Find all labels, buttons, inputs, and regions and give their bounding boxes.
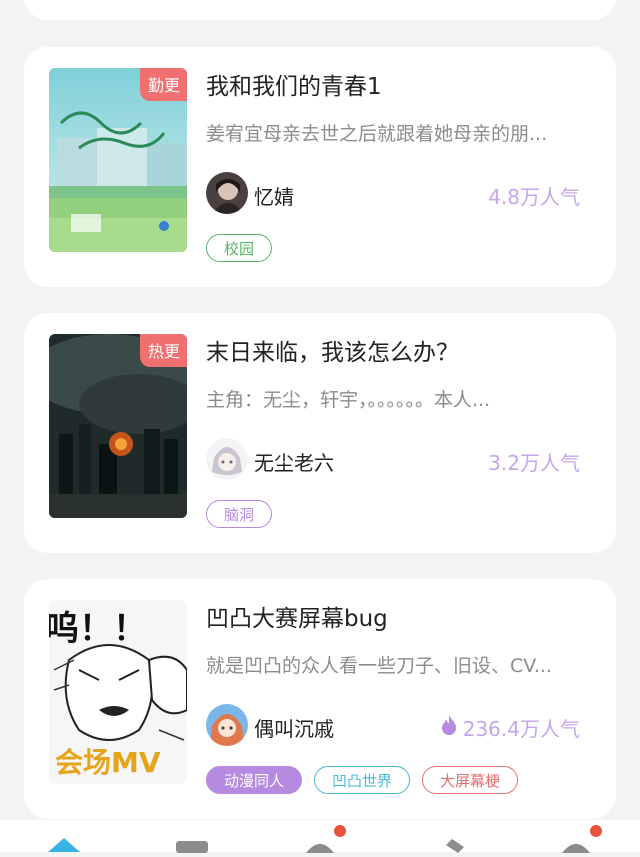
write-icon[interactable] <box>430 838 466 857</box>
popularity-value: 4.8万人气 <box>488 185 580 209</box>
book-title[interactable]: 我和我们的青春1 <box>206 67 382 101</box>
author-avatar[interactable] <box>206 704 248 746</box>
author-name[interactable]: 无尘老六 <box>254 447 334 476</box>
book-card[interactable]: 热更 末日来临，我该怎么办？ 主角：无尘，轩宇，。。。。。。本人... 无尘老六… <box>24 313 616 553</box>
book-title[interactable]: 末日来临，我该怎么办？ <box>206 333 459 367</box>
popularity: 3.2万人气 <box>488 447 580 476</box>
tag[interactable]: 校园 <box>206 234 273 262</box>
home-icon[interactable] <box>46 836 82 856</box>
previous-book-card[interactable] <box>24 0 616 20</box>
book-title[interactable]: 凹凸大赛屏幕bug <box>206 599 388 633</box>
tag-list: 脑洞 <box>206 500 273 528</box>
popularity-value: 3.2万人气 <box>488 451 580 475</box>
book-cover[interactable]: 呜！！ 会场MV <box>49 600 187 784</box>
author-avatar[interactable] <box>206 172 248 214</box>
tag-list: 动漫同人 凹凸世界 大屏幕梗 <box>206 766 519 794</box>
notification-dot <box>590 825 602 837</box>
notification-dot <box>334 825 346 837</box>
book-summary: 就是凹凸的众人看一些刀子、旧设、CV... <box>206 655 552 677</box>
author-name[interactable]: 偶叫沉戚 <box>254 713 334 742</box>
svg-text:呜！！: 呜！！ <box>49 609 147 649</box>
author-avatar[interactable] <box>206 438 248 480</box>
popularity: 236.4万人气 <box>441 713 580 742</box>
update-badge: 热更 <box>139 334 187 367</box>
update-badge: 勤更 <box>139 68 187 101</box>
book-cover[interactable]: 热更 <box>49 334 187 518</box>
author-name[interactable]: 忆婧 <box>254 181 294 210</box>
svg-text:会场MV: 会场MV <box>55 746 161 779</box>
popularity: 4.8万人气 <box>488 181 580 210</box>
book-summary: 主角：无尘，轩宇，。。。。。。本人... <box>206 389 491 411</box>
bottom-tab-bar <box>0 820 640 853</box>
flame-icon <box>441 715 457 740</box>
book-summary: 姜宥宜母亲去世之后就跟着她母亲的朋... <box>206 123 548 145</box>
tag[interactable]: 凹凸世界 <box>314 766 411 794</box>
book-card[interactable]: 勤更 我和我们的青春1 姜宥宜母亲去世之后就跟着她母亲的朋... 忆婧 4.8万… <box>24 47 616 287</box>
book-cover[interactable]: 勤更 <box>49 68 187 252</box>
tag-list: 校园 <box>206 234 273 262</box>
discover-icon[interactable] <box>302 838 338 857</box>
popularity-value: 236.4万人气 <box>462 717 580 741</box>
tag[interactable]: 动漫同人 <box>206 766 303 794</box>
book-card[interactable]: 呜！！ 会场MV 凹凸大赛屏幕bug 就是凹凸的众人看一些刀子、旧设、CV...… <box>24 579 616 819</box>
profile-icon[interactable] <box>558 838 594 857</box>
tag[interactable]: 脑洞 <box>206 500 273 528</box>
library-icon[interactable] <box>174 838 210 857</box>
tag[interactable]: 大屏幕梗 <box>422 766 519 794</box>
